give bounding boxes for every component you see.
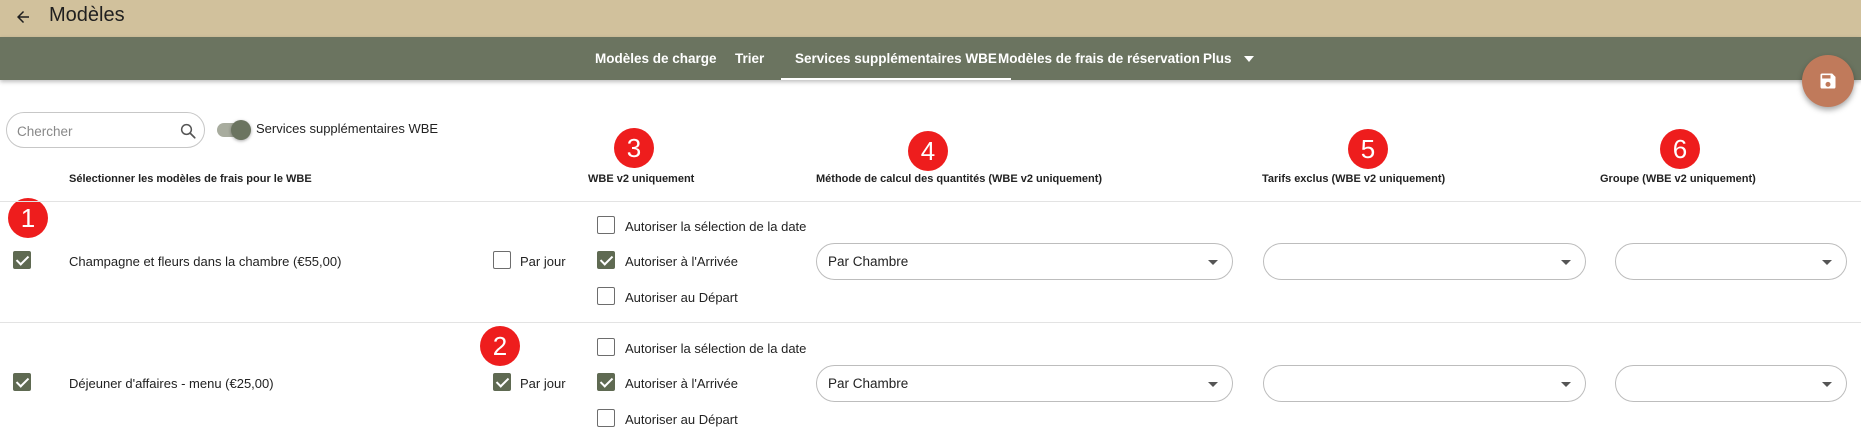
chevron-down-icon [1208,260,1218,265]
group-select[interactable] [1615,243,1847,280]
tab-services-supplementaires-wbe[interactable]: Services supplémentaires WBE [781,37,1011,80]
marker-1: 1 [8,198,48,238]
column-header-group: Groupe (WBE v2 uniquement) [1600,173,1756,185]
allow-departure-checkbox[interactable] [597,287,615,305]
chevron-down-icon [1561,260,1571,265]
column-header-wbe-v2: WBE v2 uniquement [588,173,695,185]
allow-departure-label: Autoriser au Départ [625,290,738,305]
allow-departure-checkbox[interactable] [597,409,615,427]
allow-date-selection-checkbox[interactable] [597,216,615,234]
method-select-value: Par Chambre [828,254,909,269]
allow-arrival-label: Autoriser à l'Arrivée [625,254,739,269]
allow-departure-label: Autoriser au Départ [625,412,738,427]
tab-plus[interactable]: Plus [1203,37,1254,80]
row-divider [0,201,1861,202]
allow-arrival-checkbox[interactable] [597,251,615,269]
toggle-knob [231,120,251,140]
toggle-label: Services supplémentaires WBE [256,121,439,136]
chevron-down-icon [1822,260,1832,265]
marker-5: 5 [1348,129,1388,169]
row-name: Déjeuner d'affaires - menu (€25,00) [69,376,274,391]
arrow-left-icon [17,11,29,23]
per-day-checkbox[interactable] [493,373,511,391]
chevron-down-icon [1822,382,1832,387]
group-select[interactable] [1615,365,1847,402]
column-header-select: Sélectionner les modèles de frais pour l… [69,173,312,185]
column-header-excluded-rates: Tarifs exclus (WBE v2 uniquement) [1262,173,1446,185]
allow-arrival-checkbox[interactable] [597,373,615,391]
tab-modeles-de-frais-de-reservation[interactable]: Modèles de frais de réservation [998,37,1200,80]
floppy-disk-icon [1820,73,1836,89]
save-button[interactable] [1802,55,1854,107]
back-button[interactable] [8,2,38,32]
tab-plus-label: Plus [1203,51,1232,66]
tab-trier[interactable]: Trier [735,37,764,80]
per-day-checkbox[interactable] [493,251,511,269]
page-title: Modèles [49,4,125,26]
excluded-rates-select[interactable] [1263,243,1586,280]
row-select-checkbox[interactable] [13,251,31,269]
method-select-value: Par Chambre [828,376,909,391]
allow-date-selection-label: Autoriser la sélection de la date [625,219,807,234]
chevron-down-icon [1208,382,1218,387]
excluded-rates-select[interactable] [1263,365,1586,402]
per-day-label: Par jour [520,376,566,391]
marker-6: 6 [1660,129,1700,169]
tab-bar: Modèles de charge Trier Services supplém… [0,37,1861,80]
marker-2: 2 [480,326,520,366]
page: Modèles Modèles de charge Trier Services… [0,0,1861,440]
per-day-label: Par jour [520,254,566,269]
allow-date-selection-checkbox[interactable] [597,338,615,356]
allow-date-selection-label: Autoriser la sélection de la date [625,341,807,356]
method-select[interactable]: Par Chambre [816,243,1233,280]
tab-modeles-de-charge[interactable]: Modèles de charge [595,37,717,80]
app-header: Modèles [0,0,1861,37]
search-box [6,112,205,148]
row-select-checkbox[interactable] [13,373,31,391]
marker-3: 3 [614,128,654,168]
row-divider [0,322,1861,323]
chevron-down-icon [1561,382,1571,387]
search-input[interactable] [17,121,167,141]
search-icon[interactable] [179,122,197,140]
caret-down-icon [1243,56,1254,63]
marker-4: 4 [908,131,948,171]
wbe-services-toggle[interactable] [217,120,251,140]
method-select[interactable]: Par Chambre [816,365,1233,402]
column-header-method: Méthode de calcul des quantités (WBE v2 … [816,173,1103,185]
allow-arrival-label: Autoriser à l'Arrivée [625,376,739,391]
row-name: Champagne et fleurs dans la chambre (€55… [69,254,342,269]
